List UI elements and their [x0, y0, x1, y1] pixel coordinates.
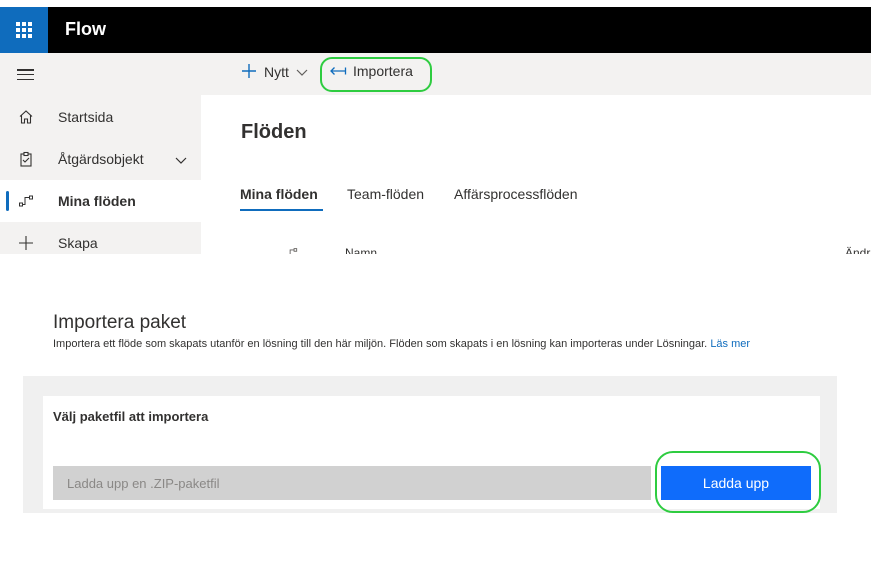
sidebar-item-startsida[interactable]: Startsida [0, 96, 201, 138]
app-title[interactable]: Flow [65, 19, 106, 40]
sidebar-item-label: Skapa [58, 235, 98, 251]
hamburger-menu-icon[interactable] [17, 69, 34, 80]
plus-icon [17, 234, 35, 252]
app-launcher-button[interactable] [0, 7, 48, 53]
clipboard-icon [17, 150, 35, 168]
sidebar-item-label: Mina flöden [58, 193, 136, 209]
import-highlight-ring [320, 57, 432, 92]
sidebar-item-label: Åtgärdsobjekt [58, 151, 144, 167]
column-header-modified[interactable]: Ändr [845, 246, 870, 254]
sidebar-item-label: Startsida [58, 109, 114, 125]
import-description-text: Importera ett flöde som skapats utanför … [53, 338, 708, 350]
new-button-label: Nytt [264, 64, 289, 80]
sidebar-item-atgardsobjekt[interactable]: Åtgärdsobjekt [0, 138, 201, 180]
chevron-down-icon [296, 64, 308, 80]
card-title: Välj paketfil att importera [53, 409, 209, 424]
learn-more-link[interactable]: Läs mer [710, 338, 750, 350]
sidebar-item-mina-floden[interactable]: Mina flöden [0, 180, 201, 222]
top-bar: Flow [0, 7, 871, 53]
tab-team-floden[interactable]: Team-flöden [347, 186, 424, 202]
upload-highlight-ring [655, 451, 821, 513]
import-title: Importera paket [53, 312, 187, 333]
column-header-name[interactable]: Namn [345, 246, 377, 254]
page-title: Flöden [241, 121, 307, 143]
tab-affarsprocessfloden[interactable]: Affärsprocessflöden [454, 186, 577, 202]
table-header: Namn Ändr [280, 244, 871, 254]
import-description: Importera ett flöde som skapats utanför … [53, 337, 803, 351]
active-tab-indicator [240, 209, 323, 211]
sidebar: Startsida Åtgärdsobjekt Mina flöden Skap… [0, 53, 201, 254]
sidebar-item-skapa[interactable]: Skapa [0, 222, 201, 264]
waffle-icon [16, 22, 32, 38]
chevron-down-icon[interactable] [175, 152, 187, 170]
plus-icon [241, 63, 257, 81]
file-upload-field[interactable] [53, 466, 651, 500]
flow-icon [17, 192, 35, 210]
flow-icon [284, 246, 298, 254]
new-button[interactable]: Nytt [241, 63, 308, 81]
home-icon [17, 108, 35, 126]
command-bar: Nytt Importera [201, 53, 871, 95]
tab-mina-floden[interactable]: Mina flöden [240, 186, 318, 202]
